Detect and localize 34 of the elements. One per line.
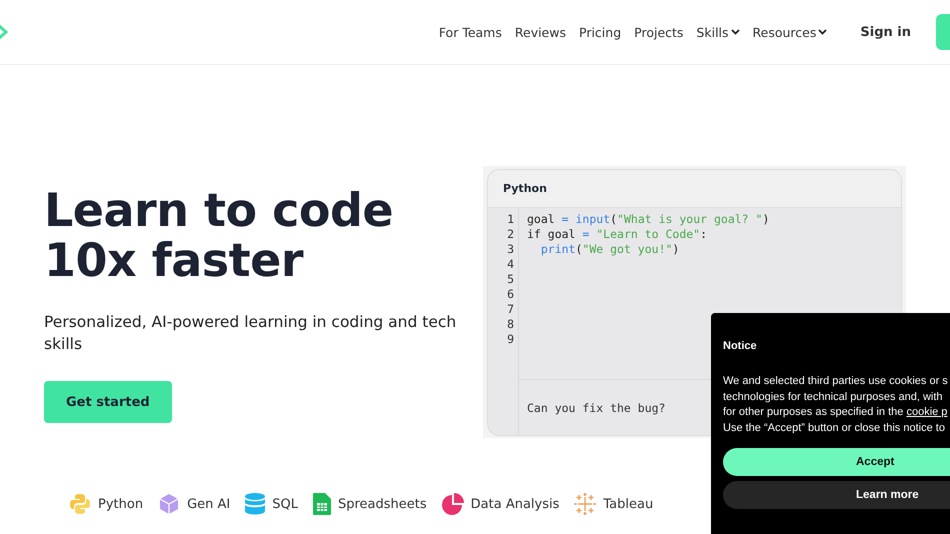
line-number: 3 (506, 242, 515, 257)
code-line: if goal = "Learn to Code": (527, 227, 708, 241)
code-line: print("We got you!") (540, 242, 680, 256)
learn-more-button[interactable]: Learn more (723, 481, 950, 509)
code-line: goal = input("What is your goal? ") (527, 212, 770, 226)
line-number: 8 (506, 317, 515, 332)
line-number: 1 (506, 212, 515, 227)
skill-label[interactable]: Tableau (603, 496, 654, 512)
line-number: 6 (506, 287, 515, 302)
line-number: 9 (506, 332, 515, 347)
nav-link[interactable]: For Teams (438, 24, 502, 40)
line-number: 4 (506, 257, 515, 272)
skill-label[interactable]: Spreadsheets (338, 496, 427, 512)
accept-button[interactable]: Accept (723, 448, 950, 476)
line-number: 7 (506, 302, 515, 317)
nav-link[interactable]: Reviews (514, 24, 566, 40)
hero-title: Learn to code (44, 185, 394, 235)
sign-in-link[interactable]: Sign in (860, 24, 911, 40)
skill-label[interactable]: SQL (272, 496, 298, 512)
nav-link[interactable]: Projects (634, 24, 684, 40)
nav-link[interactable]: Resources (752, 24, 828, 40)
hero-title: 10x faster (44, 235, 304, 285)
skill-label[interactable]: Gen AI (187, 496, 230, 512)
hero-subtitle: Personalized, AI-powered learning in coding and tech skills (44, 312, 458, 355)
nav-link[interactable]: Pricing (579, 24, 622, 40)
skill-label[interactable]: Python (98, 496, 144, 512)
skill-label[interactable]: Data Analysis (470, 496, 560, 512)
line-number: 2 (506, 227, 515, 242)
line-number: 5 (506, 272, 515, 287)
get-started-button[interactable]: Get started (44, 381, 172, 423)
notice-title: Notice (723, 340, 758, 352)
nav-link[interactable]: Skills (696, 24, 740, 40)
language-label: Python (488, 170, 901, 208)
cookie-policy-link[interactable]: cookie p (906, 406, 948, 418)
